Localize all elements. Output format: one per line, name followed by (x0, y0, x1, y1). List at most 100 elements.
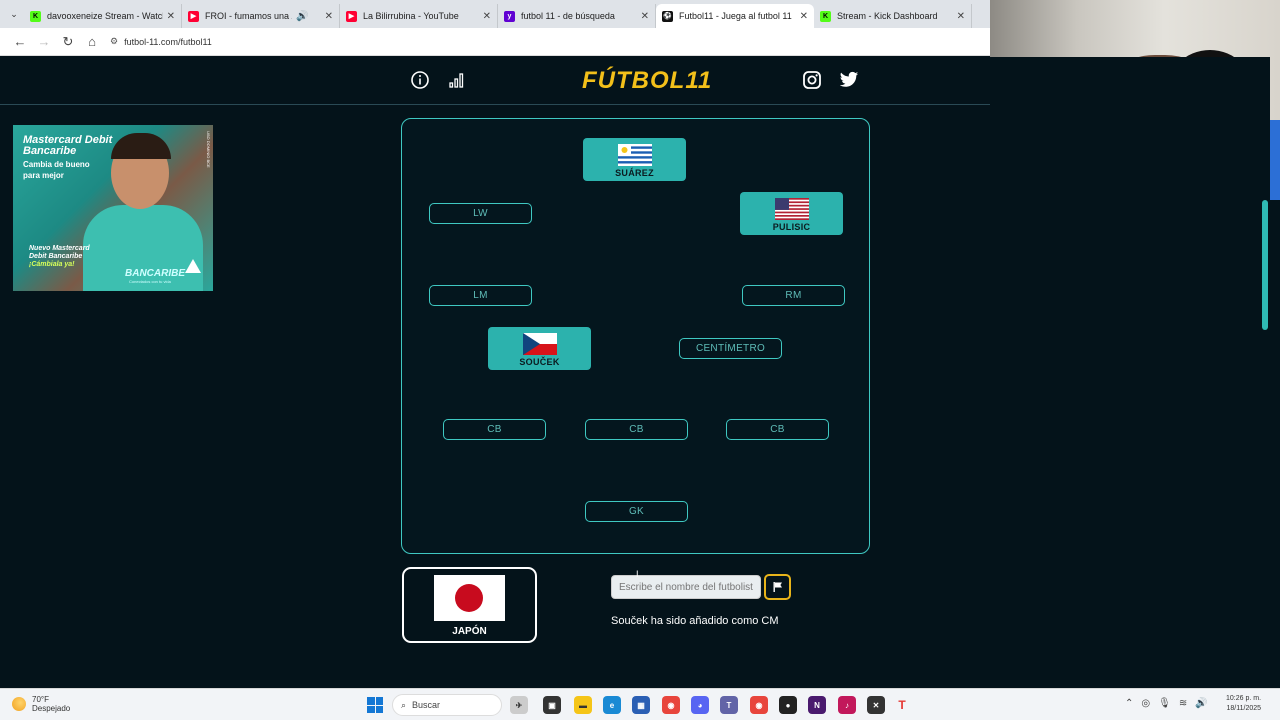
chrome-active-icon[interactable]: ◉ (750, 696, 768, 714)
text-app-icon[interactable]: T (893, 696, 911, 714)
ad-brand-tagline: Conectados con tu vida (129, 279, 171, 284)
page-scrollbar[interactable] (1260, 200, 1270, 688)
close-icon[interactable]: ✕ (641, 11, 649, 22)
ad-brand: BANCARIBE (125, 268, 185, 279)
stats-bars-icon[interactable] (446, 69, 468, 91)
position-slot-cm[interactable]: CENTÍMETRO (679, 338, 782, 359)
widget-app-icon[interactable]: ✈ (510, 696, 528, 714)
ad-promo-line2: ¡Cámbiala ya! (29, 261, 75, 268)
player-card-cm[interactable]: SOUČEK (488, 327, 591, 370)
target-nation-card: JAPÓN (402, 567, 537, 643)
site-logo[interactable]: FÚTBOL11 (582, 67, 712, 95)
bancaribe-logo-icon (185, 259, 201, 273)
give-up-flag-button[interactable] (764, 574, 791, 600)
position-slot-cb-center[interactable]: CB (585, 419, 688, 440)
task-view-icon[interactable]: ▣ (543, 696, 561, 714)
weather-desc: Despejado (32, 704, 71, 713)
chrome-icon[interactable]: ◉ (662, 696, 680, 714)
position-slot-rm[interactable]: RM (742, 285, 845, 306)
position-slot-cb-right[interactable]: CB (726, 419, 829, 440)
position-slot-gk[interactable]: GK (585, 501, 688, 522)
status-message: Souček ha sido añadido como CM (611, 615, 779, 627)
obs-icon[interactable]: ● (779, 696, 797, 714)
text-cursor-icon: I (636, 569, 639, 579)
capcut-icon[interactable]: ✕ (867, 696, 885, 714)
speaker-icon[interactable]: 🔊 (296, 11, 308, 22)
close-icon[interactable]: ✕ (957, 11, 965, 22)
position-slot-lw[interactable]: LW (429, 203, 532, 224)
site-header: FÚTBOL11 (0, 57, 990, 105)
weather-temp: 70°F (32, 695, 49, 704)
clock-time: 10:26 p. m. (1226, 695, 1262, 702)
taskbar-search-label: Buscar (412, 700, 441, 710)
taskbar-search[interactable]: ⌕ Buscar (392, 694, 502, 716)
tab-title: FROI - fumamos una ZAZA (205, 11, 292, 21)
close-icon[interactable]: ✕ (483, 11, 491, 22)
ad-subtitle: Cambia de bueno para mejor (23, 160, 90, 180)
tab-kick-stream[interactable]: K davooxeneize Stream - Watch L ✕ (24, 4, 182, 28)
system-tray: ⌃ ◎ 🎙 ≋ 🔊 (1125, 698, 1208, 709)
twitter-icon[interactable] (838, 69, 860, 91)
instagram-icon[interactable] (801, 69, 823, 91)
wifi-icon[interactable]: ≋ (1179, 698, 1187, 709)
edge-icon[interactable]: e (603, 696, 621, 714)
position-slot-cb-left[interactable]: CB (443, 419, 546, 440)
weather-widget[interactable]: 70°F Despejado (12, 695, 70, 713)
discord-icon[interactable]: ◕ (691, 696, 709, 714)
player-name: SOUČEK (519, 357, 560, 367)
file-explorer-icon[interactable]: ▬ (574, 696, 592, 714)
czech-flag-icon (522, 333, 557, 355)
windows-taskbar: 70°F Despejado ⌕ Buscar ✈ ▣ ▬ e ▦ ◉ ◕ T … (0, 688, 1280, 720)
tab-futbol11[interactable]: ⚽ Futbol11 - Juega al futbol 11 ✕ (656, 4, 814, 28)
yahoo-icon: y (504, 10, 515, 22)
youtube-icon: ▶ (346, 10, 357, 22)
address-bar: ← → ↻ ⌂ ⚙ futbol-11.com/futbol11 (0, 28, 990, 56)
url-text: futbol-11.com/futbol11 (124, 36, 212, 47)
football-icon: ⚽ (662, 10, 673, 22)
position-slot-lm[interactable]: LM (429, 285, 532, 306)
player-card-st[interactable]: SUÁREZ (583, 138, 686, 181)
ad-side-text: USO DOMINIO BCE (206, 131, 211, 168)
tiktok-icon[interactable]: ♪ (838, 696, 856, 714)
kick-icon: K (820, 10, 831, 22)
info-icon[interactable] (409, 69, 431, 91)
chevron-up-icon[interactable]: ⌃ (1125, 698, 1133, 709)
forward-arrow-icon[interactable]: → (32, 30, 56, 54)
ad-promo-line1: Nuevo Mastercard Debit Bancaribe (29, 245, 90, 260)
close-icon[interactable]: ✕ (800, 11, 808, 22)
scrollbar-thumb[interactable] (1262, 200, 1268, 330)
player-search-input[interactable] (611, 575, 761, 599)
app-icon[interactable]: N (808, 696, 826, 714)
moon-weather-icon (12, 697, 26, 711)
back-arrow-icon[interactable]: ← (8, 30, 32, 54)
tab-title: davooxeneize Stream - Watch L (47, 11, 163, 21)
tab-youtube-bilirrubina[interactable]: ▶ La Bilirrubina - YouTube ✕ (340, 4, 498, 28)
ad-promo: Nuevo Mastercard Debit Bancaribe ¡Cámbia… (29, 245, 109, 269)
microphone-icon[interactable]: 🎙 (1158, 698, 1171, 709)
tab-youtube-froi[interactable]: ▶ FROI - fumamos una ZAZA 🔊 ✕ (182, 4, 340, 28)
teams-icon[interactable]: T (720, 696, 738, 714)
player-card-rw[interactable]: PULISIC (740, 192, 843, 235)
ad-person-hair (111, 133, 171, 159)
windows-start-icon[interactable] (367, 697, 383, 713)
volume-icon[interactable]: 🔊 (1195, 698, 1207, 709)
japan-flag-icon (434, 575, 505, 621)
uruguay-flag-icon (617, 144, 652, 166)
close-icon[interactable]: ✕ (325, 11, 333, 22)
home-icon[interactable]: ⌂ (80, 30, 104, 54)
futbol11-page: FÚTBOL11 Mastercard Debit Bancaribe Camb… (0, 57, 1270, 688)
bancaribe-ad-banner[interactable]: Mastercard Debit Bancaribe Cambia de bue… (13, 125, 213, 291)
tab-title: Stream - Kick Dashboard (837, 11, 938, 21)
taskbar-clock[interactable]: 10:26 p. m. 18/11/2025 (1226, 694, 1261, 714)
url-field[interactable]: ⚙ futbol-11.com/futbol11 (110, 31, 212, 53)
reload-icon[interactable]: ↻ (56, 30, 80, 54)
tab-yahoo-search[interactable]: y futbol 11 - de búsqueda ✕ (498, 4, 656, 28)
tab-kick-dashboard[interactable]: K Stream - Kick Dashboard ✕ (814, 4, 972, 28)
close-icon[interactable]: ✕ (167, 11, 175, 22)
tab-search-chevron-icon[interactable]: ⌄ (4, 0, 24, 28)
store-icon[interactable]: ▦ (632, 696, 650, 714)
youtube-icon: ▶ (188, 10, 199, 22)
network-icon[interactable]: ◎ (1141, 698, 1150, 709)
site-info-icon[interactable]: ⚙ (110, 36, 118, 47)
player-name: SUÁREZ (615, 168, 654, 178)
